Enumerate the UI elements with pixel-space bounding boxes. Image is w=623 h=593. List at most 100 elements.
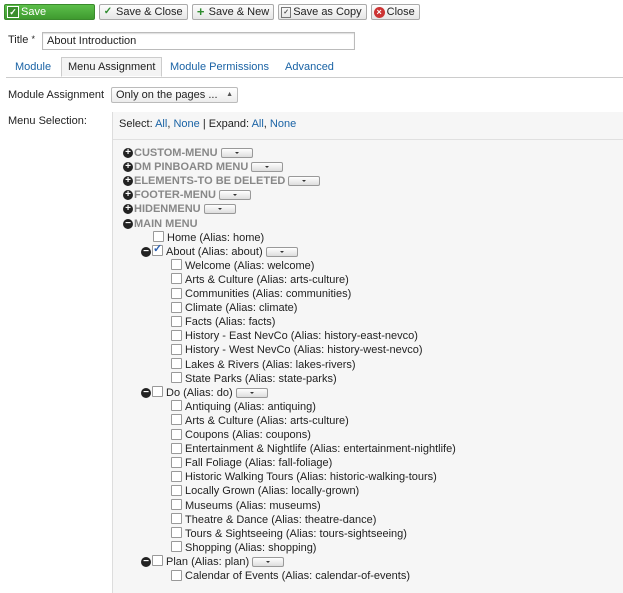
- menu-item: Welcome (Alias: welcome): [171, 259, 314, 273]
- expand-prefix: Expand:: [208, 118, 250, 130]
- minus-circle-icon[interactable]: −: [141, 246, 151, 257]
- menu-item-checkbox[interactable]: [152, 386, 163, 398]
- menu-item: Facts (Alias: facts): [171, 315, 275, 329]
- menu-item: Fall Foliage (Alias: fall-foliage): [171, 456, 332, 470]
- expand-none-link[interactable]: None: [270, 118, 296, 130]
- plus-circle-icon[interactable]: +: [123, 190, 133, 201]
- menu-item-label: Coupons (Alias: coupons): [185, 429, 311, 441]
- menu-item-checkbox[interactable]: [171, 273, 182, 285]
- menu-item-label: Tours & Sightseeing (Alias: tours-sights…: [185, 527, 407, 540]
- menu-item-checkbox[interactable]: [171, 301, 182, 313]
- minus-circle-icon[interactable]: −: [123, 218, 133, 229]
- menu-name: DM PINBOARD MENU: [134, 161, 249, 174]
- menu-item-checkbox[interactable]: [171, 513, 182, 525]
- menu-item-checkbox[interactable]: [171, 400, 182, 412]
- menu-item-checkbox[interactable]: [171, 428, 182, 440]
- select-all-link[interactable]: All: [155, 118, 167, 130]
- menu-item-checkbox[interactable]: [171, 484, 182, 496]
- menu-item-parent: − About (Alias: about): [141, 242, 298, 259]
- save-copy-label: Save as Copy: [293, 6, 362, 18]
- plus-icon: +: [196, 4, 205, 19]
- plus-circle-icon[interactable]: +: [123, 148, 133, 159]
- menu-item-checkbox[interactable]: [171, 329, 182, 341]
- menu-item: Lakes & Rivers (Alias: lakes-rivers): [171, 358, 356, 372]
- menu-item: Tours & Sightseeing (Alias: tours-sights…: [171, 527, 407, 541]
- save-copy-button[interactable]: ✓ Save as Copy: [278, 4, 367, 20]
- save-new-label: Save & New: [208, 6, 270, 18]
- menu-item-label: Theatre & Dance (Alias: theatre-dance): [185, 513, 377, 526]
- module-assignment-select[interactable]: Only on the pages ... ▲: [111, 87, 238, 103]
- tab-advanced[interactable]: Advanced: [285, 57, 334, 77]
- menu-item-checkbox[interactable]: [171, 259, 182, 271]
- menu-item-parent: − Plan (Alias: plan): [141, 555, 285, 569]
- chevron-down-icon: ▲: [226, 91, 233, 98]
- menu-options-dropdown[interactable]: [251, 162, 284, 173]
- plus-circle-icon[interactable]: +: [123, 162, 133, 173]
- menu-item: History - East NevCo (Alias: history-eas…: [171, 329, 418, 343]
- save-new-button[interactable]: + Save & New: [191, 4, 275, 20]
- menu-item: Communities (Alias: communities): [171, 287, 351, 301]
- menu-item-options-dropdown[interactable]: [252, 556, 285, 567]
- menu-options-dropdown[interactable]: [220, 148, 253, 159]
- module-assignment-value: Only on the pages ...: [116, 89, 218, 101]
- minus-circle-icon[interactable]: −: [141, 556, 151, 567]
- expand-all-link[interactable]: All: [252, 118, 264, 130]
- menu-item-options-dropdown[interactable]: [235, 387, 268, 398]
- plus-circle-icon[interactable]: +: [123, 204, 133, 215]
- menu-item-label: Plan (Alias: plan): [166, 555, 250, 568]
- separator: |: [202, 118, 206, 130]
- close-button[interactable]: × Close: [370, 4, 420, 20]
- menu-item-checkbox[interactable]: [153, 231, 164, 243]
- menu-item-checkbox[interactable]: [152, 555, 163, 567]
- menu-item-checkbox[interactable]: [171, 414, 182, 426]
- close-label: Close: [386, 6, 415, 18]
- module-assignment-label: Module Assignment: [8, 89, 104, 101]
- check-icon: ✓: [7, 6, 19, 18]
- menu-item: Shopping (Alias: shopping): [171, 541, 316, 555]
- plus-circle-icon[interactable]: +: [123, 176, 133, 187]
- menu-name: CUSTOM-MENU: [134, 147, 218, 159]
- menu-item: Antiquing (Alias: antiquing): [171, 400, 316, 414]
- menu-item-checkbox[interactable]: [171, 343, 182, 355]
- menu-item-label: Lakes & Rivers (Alias: lakes-rivers): [185, 358, 356, 371]
- tab-module-permissions[interactable]: Module Permissions: [170, 57, 269, 77]
- menu-options-dropdown[interactable]: [203, 204, 236, 215]
- tab-menu-assignment[interactable]: Menu Assignment: [61, 57, 163, 77]
- menu-group: + FOOTER-MENU: [123, 188, 251, 202]
- menu-item-options-dropdown[interactable]: [265, 246, 298, 257]
- menu-item: State Parks (Alias: state-parks): [171, 372, 337, 386]
- menu-group: + DM PINBOARD MENU: [123, 160, 284, 174]
- select-none-link[interactable]: None: [173, 118, 199, 130]
- menu-item-checkbox[interactable]: [171, 358, 182, 370]
- menu-item-checkbox[interactable]: [171, 287, 182, 299]
- menu-item-label: Facts (Alias: facts): [185, 316, 276, 329]
- menu-item-checkbox[interactable]: [152, 242, 163, 257]
- menu-item-checkbox[interactable]: [171, 541, 182, 553]
- tab-bar: Module Menu Assignment Module Permission…: [6, 57, 623, 78]
- menu-options-dropdown[interactable]: [288, 176, 321, 187]
- minus-circle-icon[interactable]: −: [141, 387, 151, 398]
- save-button[interactable]: ✓ Save: [4, 4, 95, 20]
- menu-item: Locally Grown (Alias: locally-grown): [171, 484, 359, 498]
- tab-module[interactable]: Module: [15, 57, 51, 77]
- menu-item: Entertainment & Nightlife (Alias: entert…: [171, 442, 456, 456]
- menu-item-label: Entertainment & Nightlife (Alias: entert…: [185, 443, 456, 456]
- menu-item-checkbox[interactable]: [171, 470, 182, 482]
- menu-options-dropdown[interactable]: [218, 190, 251, 201]
- title-label: Title *: [8, 34, 35, 46]
- title-input[interactable]: [42, 32, 355, 50]
- menu-item: Home (Alias: home): [153, 231, 264, 245]
- menu-item-checkbox[interactable]: [171, 499, 182, 511]
- menu-item-checkbox[interactable]: [171, 527, 182, 539]
- menu-item-checkbox[interactable]: [171, 456, 182, 468]
- menu-item-label: Historic Walking Tours (Alias: historic-…: [185, 471, 437, 484]
- menu-item: Theatre & Dance (Alias: theatre-dance): [171, 513, 376, 527]
- menu-item-label: Arts & Culture (Alias: arts-culture): [185, 414, 349, 427]
- menu-item-checkbox[interactable]: [171, 372, 182, 384]
- menu-name: MAIN MENU: [134, 217, 198, 230]
- menu-item-label: State Parks (Alias: state-parks): [185, 372, 337, 385]
- menu-item-checkbox[interactable]: [171, 315, 182, 327]
- save-close-button[interactable]: ✓ Save & Close: [99, 4, 188, 20]
- menu-item-checkbox[interactable]: [171, 442, 182, 454]
- menu-item-checkbox[interactable]: [171, 569, 182, 581]
